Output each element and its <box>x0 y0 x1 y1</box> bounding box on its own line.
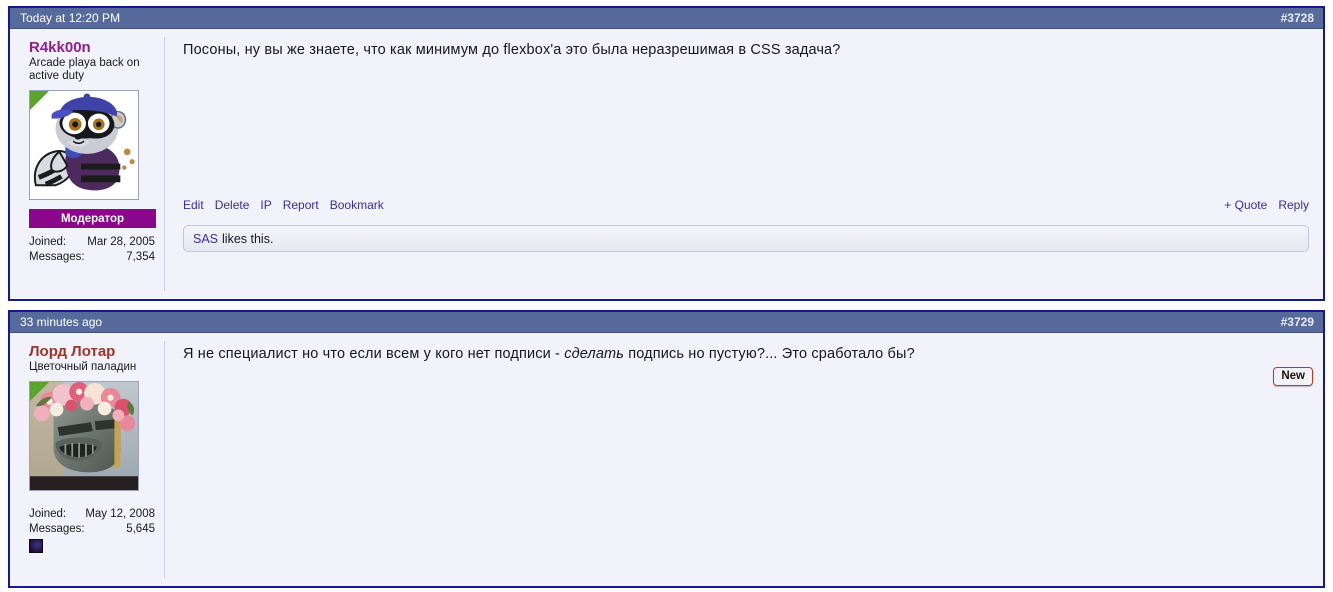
forum-thread-view: Today at 12:20 PM #3728 R4kk00n Arcade p… <box>0 0 1333 592</box>
post-permalink-number[interactable]: #3728 <box>1281 12 1314 24</box>
post-username[interactable]: R4kk00n <box>29 39 165 56</box>
stat-messages: Messages: 5,645 <box>29 522 155 537</box>
report-link[interactable]: Report <box>283 198 319 212</box>
stat-messages-value: 5,645 <box>126 523 155 535</box>
new-badge[interactable]: New <box>1273 367 1313 386</box>
stat-joined-label: Joined: <box>29 236 67 248</box>
user-rank-badge: Модератор <box>29 209 156 228</box>
online-indicator-icon <box>30 382 49 401</box>
post-actions-right: + Quote Reply <box>1224 198 1309 212</box>
post-body: Лорд Лотар Цветочный паладин Joined: May… <box>10 333 1323 586</box>
stat-joined-label: Joined: <box>29 508 67 520</box>
stat-messages-value: 7,354 <box>126 251 155 263</box>
post-item: 33 minutes ago #3729 Лорд Лотар Цветочны… <box>8 310 1325 588</box>
post-message-column: Посоны, ну вы же знаете, что как минимум… <box>165 29 1323 299</box>
stat-messages-label: Messages: <box>29 523 85 535</box>
stat-messages: Messages: 7,354 <box>29 250 155 265</box>
stat-messages-label: Messages: <box>29 251 85 263</box>
post-message-text: Я не специалист но что если всем у кого … <box>183 344 1303 364</box>
bookmark-link[interactable]: Bookmark <box>330 198 384 212</box>
stat-joined-value: May 12, 2008 <box>85 508 155 520</box>
message-part-italic: сделать <box>564 346 625 362</box>
stat-joined: Joined: Mar 28, 2005 <box>29 235 155 250</box>
ip-link[interactable]: IP <box>260 198 271 212</box>
post-header-bar: 33 minutes ago #3729 <box>10 312 1323 333</box>
stat-joined-value: Mar 28, 2005 <box>87 236 155 248</box>
post-message-column: Я не специалист но что если всем у кого … <box>165 333 1323 586</box>
user-stats: Joined: Mar 28, 2005 Messages: 7,354 <box>29 235 155 265</box>
post-date[interactable]: 33 minutes ago <box>20 316 102 328</box>
online-indicator-icon <box>30 91 49 110</box>
post-action-bar: Edit Delete IP Report Bookmark + Quote R… <box>183 198 1309 212</box>
message-part-after: подпись но пустую?... Это сработало бы? <box>624 346 915 362</box>
avatar[interactable] <box>29 90 139 200</box>
delete-link[interactable]: Delete <box>215 198 250 212</box>
post-permalink-number[interactable]: #3729 <box>1281 316 1314 328</box>
post-user-title: Arcade playa back on active duty <box>29 57 140 82</box>
stat-joined: Joined: May 12, 2008 <box>29 507 155 522</box>
post-user-column: R4kk00n Arcade playa back on active duty <box>10 29 165 299</box>
avatar[interactable] <box>29 381 139 491</box>
message-part-before: Я не специалист но что если всем у кого … <box>183 346 565 362</box>
post-date[interactable]: Today at 12:20 PM <box>20 12 120 24</box>
post-likes-bar: SAS likes this. <box>183 225 1309 252</box>
quote-link[interactable]: + Quote <box>1224 198 1267 212</box>
edit-link[interactable]: Edit <box>183 198 204 212</box>
trophy-mini-icon[interactable] <box>29 539 43 553</box>
post-user-column: Лорд Лотар Цветочный паладин Joined: May… <box>10 333 165 586</box>
reply-link[interactable]: Reply <box>1278 198 1309 212</box>
post-item: Today at 12:20 PM #3728 R4kk00n Arcade p… <box>8 6 1325 301</box>
post-header-bar: Today at 12:20 PM #3728 <box>10 8 1323 29</box>
likes-text: likes this. <box>222 231 274 246</box>
post-user-title: Цветочный паладин <box>29 361 137 373</box>
post-message-text: Посоны, ну вы же знаете, что как минимум… <box>183 42 841 58</box>
post-body: R4kk00n Arcade playa back on active duty <box>10 29 1323 299</box>
likes-username-link[interactable]: SAS <box>193 232 218 246</box>
user-stats: Joined: May 12, 2008 Messages: 5,645 <box>29 507 155 553</box>
post-username[interactable]: Лорд Лотар <box>29 343 165 360</box>
post-actions-left: Edit Delete IP Report Bookmark <box>183 198 384 212</box>
